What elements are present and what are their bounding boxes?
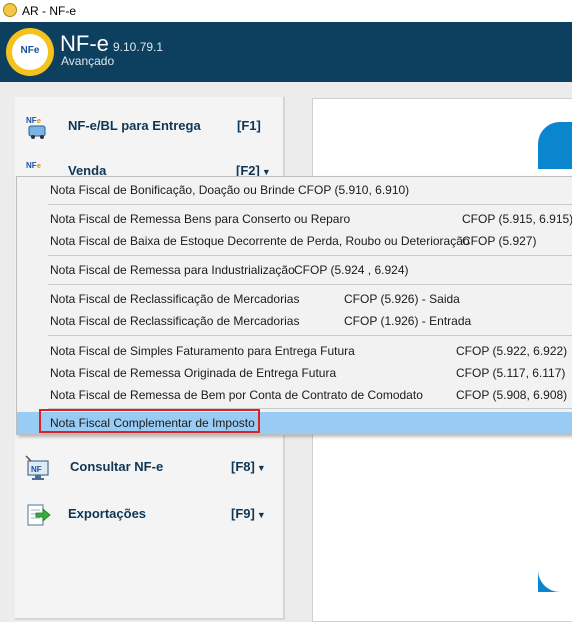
menu-item[interactable]: Nota Fiscal de Remessa Bens para Consert…	[17, 208, 572, 230]
menu-separator	[48, 204, 572, 205]
nfe-query-icon: NF	[25, 455, 49, 480]
menu-item-label: Nota Fiscal de Simples Faturamento para …	[50, 344, 355, 358]
app-header: NFe NF-e 9.10.79.1 Avançado	[0, 22, 572, 82]
sidebar-item-shortcut: [F9] ▼	[231, 506, 266, 521]
menu-item-label: Nota Fiscal de Bonificação, Doação ou Br…	[50, 183, 295, 197]
menu-item-cfop: CFOP (5.922, 6.922)	[456, 344, 568, 358]
sidebar-item-label: Consultar NF-e	[70, 459, 164, 474]
menu-item[interactable]: Nota Fiscal de Simples Faturamento para …	[17, 340, 572, 362]
menu-separator	[48, 335, 572, 336]
sidebar-item-consultar[interactable]: NF Consultar NF-e [F8] ▼	[15, 453, 285, 481]
chevron-down-icon: ▼	[256, 510, 266, 520]
menu-separator	[48, 255, 572, 256]
menu-separator	[48, 284, 572, 285]
menu-item-cfop: CFOP (1.926) - Entrada	[344, 314, 472, 328]
menu-item[interactable]: Nota Fiscal de Reclassificação de Mercad…	[17, 288, 572, 310]
menu-item-label: Nota Fiscal de Remessa Bens para Consert…	[50, 212, 351, 226]
menu-item[interactable]: Nota Fiscal de Remessa de Bem por Conta …	[17, 384, 572, 406]
menu-item-label: Nota Fiscal de Reclassificação de Mercad…	[50, 292, 300, 306]
venda-dropdown-menu: Nota Fiscal de Bonificação, Doação ou Br…	[16, 176, 572, 435]
sidebar-item-shortcut: [F8] ▼	[231, 459, 266, 474]
svg-text:NF: NF	[31, 465, 42, 474]
svg-text:NF: NF	[26, 116, 37, 125]
menu-item[interactable]: Nota Fiscal de Reclassificação de Mercad…	[17, 310, 572, 332]
svg-text:e: e	[37, 163, 41, 170]
menu-item-cfop: CFOP (5.926) - Saida	[344, 292, 460, 306]
menu-item-cfop: CFOP (5.908, 6.908)	[456, 388, 568, 402]
window-titlebar: AR - NF-e	[0, 0, 572, 22]
menu-item-label: Nota Fiscal de Remessa Originada de Entr…	[50, 366, 337, 380]
sidebar-item-shortcut: [F1]	[237, 118, 261, 133]
window-title: AR - NF-e	[22, 4, 76, 18]
sidebar-item-label: Exportações	[68, 506, 147, 521]
sidebar-item-nfe-entrega[interactable]: NF e NF-e/BL para Entrega [F1]	[15, 112, 285, 140]
menu-item-label: Nota Fiscal de Baixa de Estoque Decorren…	[50, 234, 470, 248]
selection-highlight-box	[39, 409, 260, 433]
menu-item[interactable]: Nota Fiscal de Bonificação, Doação ou Br…	[17, 179, 572, 201]
sidebar-item-label: NF-e/BL para Entrega	[68, 118, 201, 133]
app-version: 9.10.79.1	[113, 40, 164, 54]
chevron-down-icon: ▼	[256, 463, 266, 473]
logo-text: NFe	[20, 45, 40, 56]
menu-item[interactable]: Nota Fiscal de Remessa para Industrializ…	[17, 259, 572, 281]
menu-item[interactable]: Nota Fiscal de Remessa Originada de Entr…	[17, 362, 572, 384]
menu-item-cfop: CFOP (5.924 , 6.924)	[294, 263, 409, 277]
sidebar-item-exportacoes[interactable]: Exportações [F9] ▼	[15, 500, 285, 528]
svg-text:e: e	[37, 118, 41, 125]
menu-item-cfop: CFOP (5.915, 6.915)	[462, 212, 572, 226]
menu-item-cfop: CFOP (5.910, 6.910)	[298, 183, 410, 197]
export-icon	[27, 504, 51, 526]
nfe-delivery-icon: NF e	[26, 116, 46, 139]
nfe-logo-icon: NFe	[6, 28, 54, 76]
menu-item-cfop: CFOP (5.927)	[462, 234, 537, 248]
app-subtitle: Avançado	[61, 54, 115, 68]
menu-item-label: Nota Fiscal de Remessa para Industrializ…	[50, 263, 295, 277]
app-icon	[3, 3, 17, 17]
svg-text:NF: NF	[26, 161, 37, 170]
menu-item-label: Nota Fiscal de Remessa de Bem por Conta …	[50, 388, 423, 402]
menu-item[interactable]: Nota Fiscal de Baixa de Estoque Decorren…	[17, 230, 572, 252]
menu-item-label: Nota Fiscal de Reclassificação de Mercad…	[50, 314, 300, 328]
menu-item-cfop: CFOP (5.117, 6.117)	[456, 366, 566, 380]
